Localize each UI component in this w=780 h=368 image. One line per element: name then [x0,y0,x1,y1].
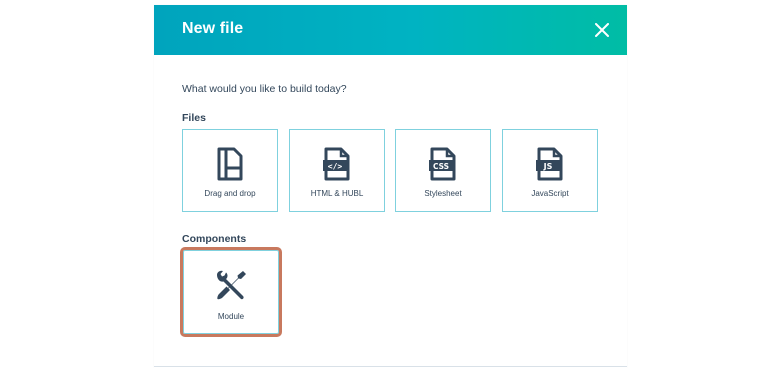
html-file-icon: </> [323,147,350,181]
wrench-screwdriver-icon [217,270,246,300]
build-prompt: What would you like to build today? [182,83,347,95]
css-glyph: CSS [433,162,449,171]
drag-and-drop-icon [217,147,243,181]
tile-label: HTML & HUBL [310,189,364,198]
html-glyph: </> [328,162,343,171]
tile-drag-and-drop[interactable]: Drag and drop [182,129,278,212]
tile-module[interactable]: Module [180,247,282,337]
tile-label: Module [217,312,245,321]
close-icon [595,23,609,37]
js-glyph: JS [543,162,553,171]
css-file-icon: CSS [429,147,456,181]
new-file-dialog: New file What would you like to build to… [154,5,627,368]
tile-html-hubl[interactable]: </> HTML & HUBL [289,129,385,212]
dialog-divider [154,366,627,367]
files-heading: Files [182,112,206,124]
close-button[interactable] [589,17,615,43]
tile-stylesheet[interactable]: CSS Stylesheet [395,129,491,212]
tile-label: JavaScript [531,189,569,198]
js-file-icon: JS [536,147,563,181]
components-heading: Components [182,233,247,245]
dialog-header: New file [154,5,627,55]
tile-label: Drag and drop [204,189,256,198]
tile-javascript[interactable]: JS JavaScript [502,129,598,212]
dialog-title: New file [182,20,244,37]
tile-label: Stylesheet [424,189,462,198]
